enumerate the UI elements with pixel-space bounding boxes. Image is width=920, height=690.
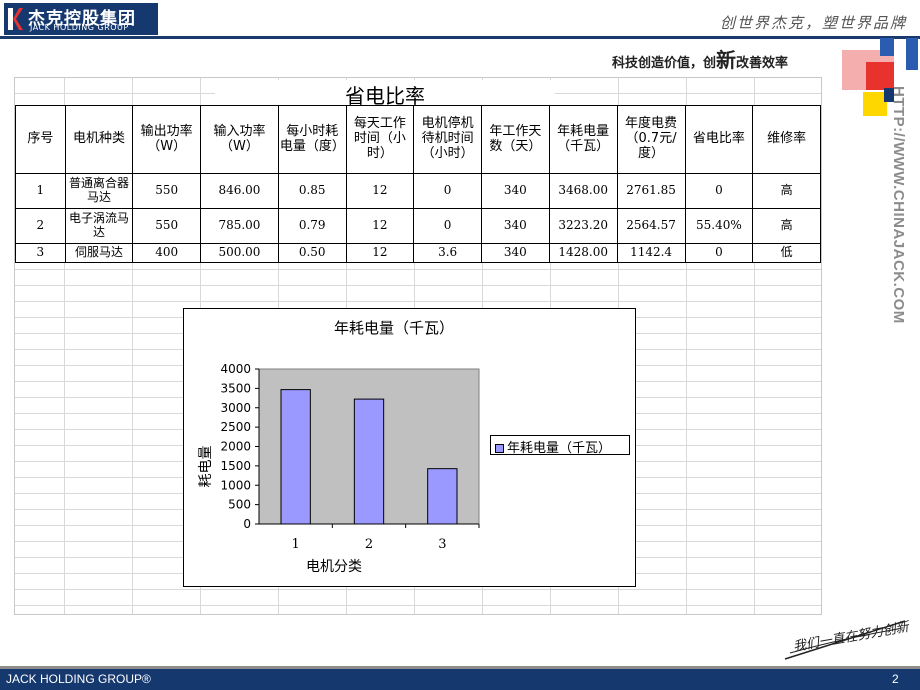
chart-legend: 年耗电量（千瓦） xyxy=(490,435,630,456)
y-tick-label: 2000 xyxy=(220,440,251,454)
power-saving-table: 序号 电机种类 输出功率（W） 输入功率（W） 每小时耗电量（度） 每天工作时间（小时）电… xyxy=(15,105,821,263)
table-cell: 1428.00 xyxy=(548,243,618,263)
column-header: 电机种类 xyxy=(64,105,134,174)
y-tick-label: 3000 xyxy=(220,401,251,415)
table-cell: 电子涡流马达 xyxy=(64,208,134,244)
company-logo: 杰克控股集团 JACK HOLDING GROUP xyxy=(4,3,158,35)
table-row: 3 伺服马达 400 500.00 0.50 12 3.6 340 1428.00 1142.4 0… xyxy=(15,243,821,263)
table-cell: 高 xyxy=(752,173,821,209)
x-tick-label: 2 xyxy=(365,537,373,552)
table-cell: 3 xyxy=(15,243,66,263)
website-url-vertical: HTTP://WWW.CHINAJACK.COM xyxy=(890,86,910,386)
table-cell: 0 xyxy=(413,173,482,209)
table-cell: 高 xyxy=(752,208,821,244)
bar xyxy=(280,389,311,525)
sub-slogan-emphasis: 新 xyxy=(716,48,737,72)
table-header-row: 序号 电机种类 输出功率（W） 输入功率（W） 每小时耗电量（度） 每天工作时间（小时）电… xyxy=(15,105,821,174)
legend-label: 年耗电量（千瓦） xyxy=(507,441,612,456)
table-cell: 2761.85 xyxy=(616,173,686,209)
table-row: 1 普通离合器马达 550 846.00 0.85 12 0 340 3468.00 2761.8… xyxy=(15,173,821,209)
table-cell: 0 xyxy=(684,243,754,263)
x-tick-label: 3 xyxy=(438,537,446,552)
bar xyxy=(427,468,458,525)
y-tick-label: 3500 xyxy=(220,381,251,395)
bar xyxy=(353,398,385,525)
table-cell: 普通离合器马达 xyxy=(64,173,134,209)
table-cell: 500.00 xyxy=(200,243,279,263)
table-cell: 3.6 xyxy=(413,243,482,263)
table-cell: 12 xyxy=(345,173,415,209)
y-tick-label: 1000 xyxy=(220,478,251,492)
jack-logo-icon xyxy=(8,8,23,30)
column-header: 电机停机待机时间（小时） xyxy=(413,105,482,174)
sub-slogan-pre: 科技创造价值，创 xyxy=(612,56,717,71)
decor-blue-square-2 xyxy=(906,38,918,70)
table-cell: 550 xyxy=(132,208,202,244)
column-header: 输出功率（W） xyxy=(132,105,202,174)
y-tick-label: 0 xyxy=(243,517,251,531)
table-cell: 2564.57 xyxy=(616,208,686,244)
chart-plot: 0 500 1000 1500 2000 2500 3000 3500 4000 1 2 3 电机分类 耗… xyxy=(198,362,480,575)
column-header: 年耗电量（千瓦） xyxy=(548,105,618,174)
table-cell: 0 xyxy=(413,208,482,244)
table-cell: 0.85 xyxy=(277,173,347,209)
table-cell: 846.00 xyxy=(200,173,279,209)
header-divider xyxy=(0,36,920,39)
page-number: 2 xyxy=(892,672,899,686)
table-cell: 1 xyxy=(15,173,66,209)
table-cell: 伺服马达 xyxy=(64,243,134,263)
table-cell: 低 xyxy=(752,243,821,263)
table-cell: 550 xyxy=(132,173,202,209)
table-cell: 2 xyxy=(15,208,66,244)
column-header: 每天工作时间（小时） xyxy=(345,105,415,174)
table-cell: 1142.4 xyxy=(616,243,686,263)
column-header: 省电比率 xyxy=(684,105,754,174)
y-tick-label: 4000 xyxy=(220,362,251,376)
table-cell: 340 xyxy=(480,208,550,244)
sub-slogan: 科技创造价值，创新改善效率 xyxy=(612,44,788,73)
column-header: 年度电费（0.7元/度） xyxy=(616,105,686,174)
footer-company: JACK HOLDING GROUP® xyxy=(6,672,151,686)
y-tick-label: 2500 xyxy=(220,420,251,434)
svg-text:我们一直在努力创新: 我们一直在努力创新 xyxy=(792,620,910,655)
table-cell: 12 xyxy=(345,208,415,244)
annual-consumption-chart[interactable]: 年耗电量（千瓦） 0 500 1000 1500 2000 2500 3000 3500 400… xyxy=(183,308,636,587)
table-cell: 0 xyxy=(684,173,754,209)
table-cell: 12 xyxy=(345,243,415,263)
x-tick-label: 1 xyxy=(292,537,300,552)
legend-swatch xyxy=(495,444,504,453)
column-header: 序号 xyxy=(15,105,66,174)
x-axis-label: 电机分类 xyxy=(306,559,362,575)
sub-slogan-post: 改善效率 xyxy=(736,56,789,71)
table-cell: 0.50 xyxy=(277,243,347,263)
website-url-text: HTTP://WWW.CHINAJACK.COM xyxy=(890,86,907,324)
table-cell: 55.40% xyxy=(684,208,754,244)
y-tick-label: 500 xyxy=(228,498,251,512)
logo-english-name: JACK HOLDING GROUP xyxy=(30,23,129,32)
table-cell: 3468.00 xyxy=(548,173,618,209)
decor-blue-square xyxy=(880,38,894,56)
column-header: 维修率 xyxy=(752,105,821,174)
table-cell: 400 xyxy=(132,243,202,263)
column-header: 输入功率（W） xyxy=(200,105,279,174)
brand-slogan: 创世界杰克，塑世界品牌 xyxy=(720,14,908,32)
table-row: 2 电子涡流马达 550 785.00 0.79 12 0 340 3223.20 2564.57… xyxy=(15,208,821,244)
table-cell: 3223.20 xyxy=(548,208,618,244)
column-header: 年工作天数（天） xyxy=(480,105,550,174)
table-cell: 340 xyxy=(480,243,550,263)
y-axis-label: 耗电量 xyxy=(198,446,214,488)
y-tick-label: 1500 xyxy=(220,459,251,473)
table-cell: 785.00 xyxy=(200,208,279,244)
table-cell: 340 xyxy=(480,173,550,209)
table-cell: 0.79 xyxy=(277,208,347,244)
column-header: 每小时耗电量（度） xyxy=(277,105,347,174)
handwritten-signature: 我们一直在努力创新 xyxy=(784,620,910,660)
